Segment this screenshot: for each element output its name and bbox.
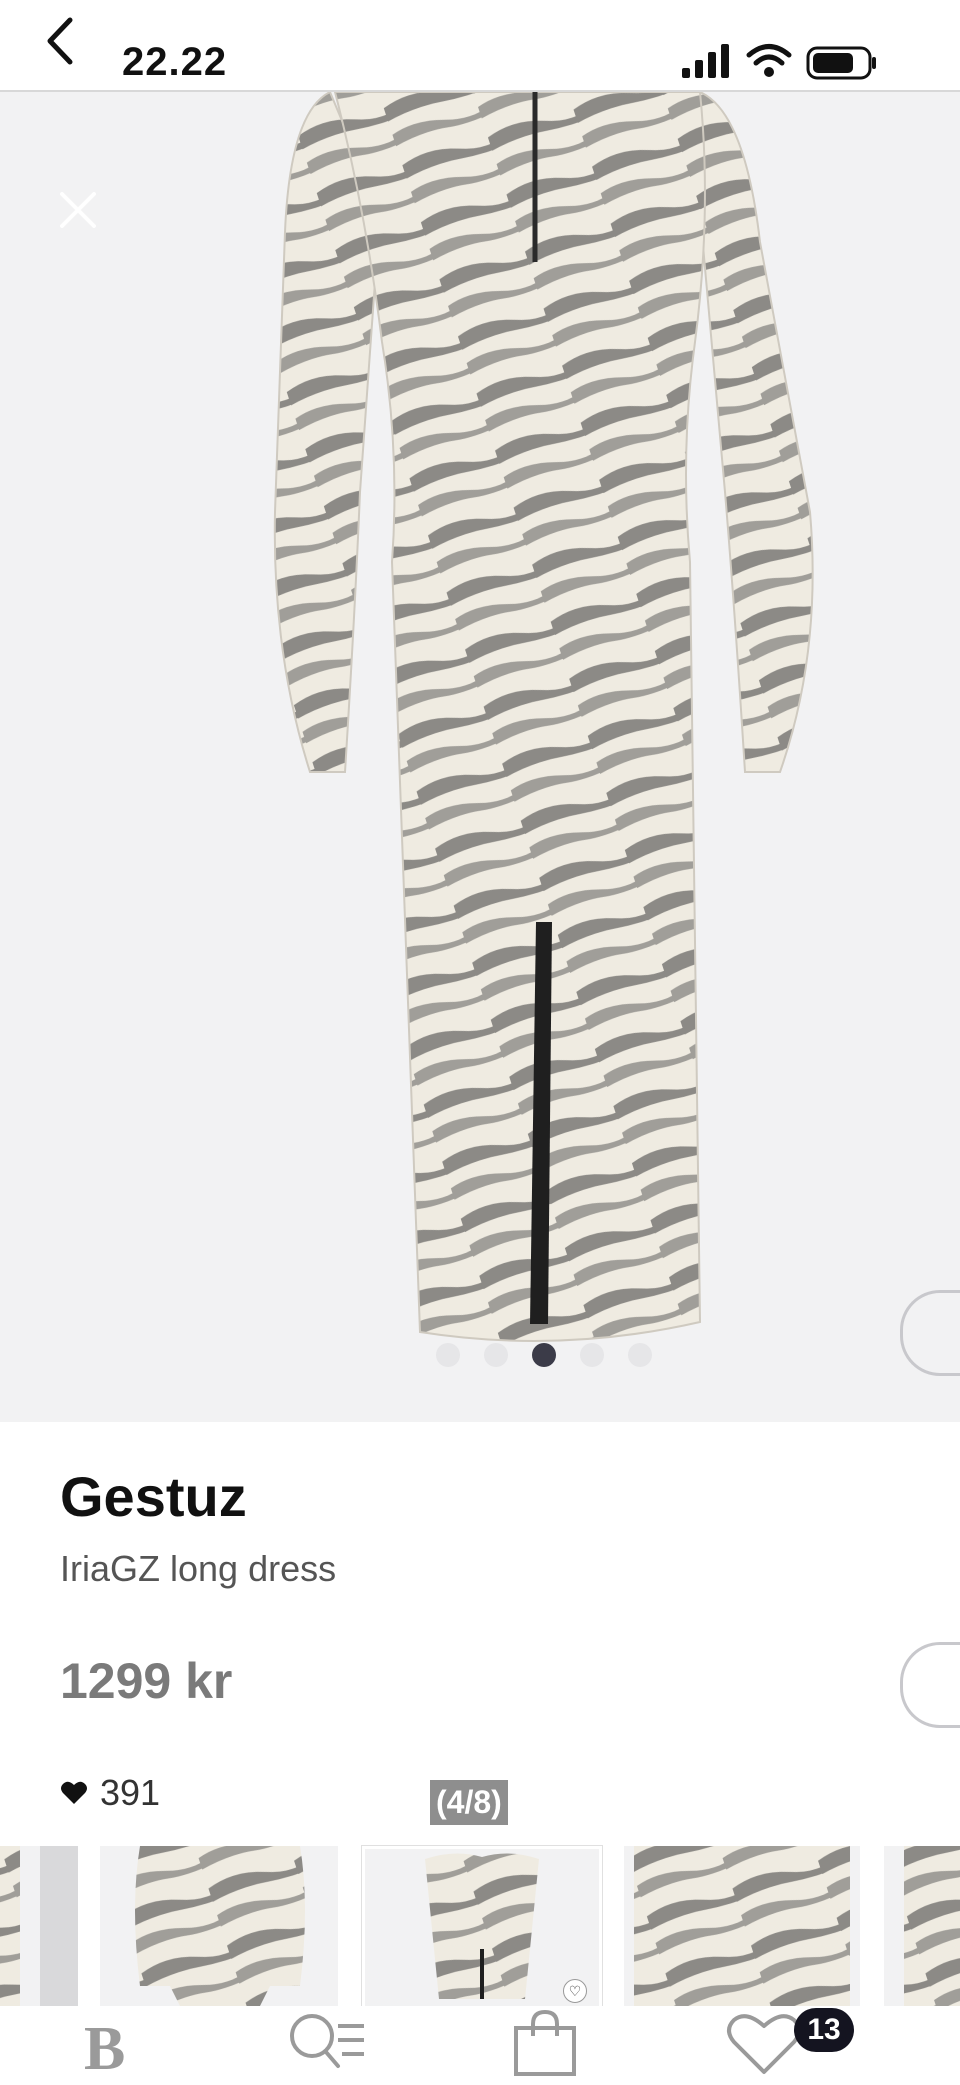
carousel-dot[interactable]	[628, 1343, 652, 1367]
favorites-badge: 13	[794, 2008, 854, 2052]
likes-value: 391	[100, 1772, 161, 1813]
signal-icon	[682, 44, 729, 78]
close-icon[interactable]	[56, 188, 100, 232]
wifi-icon	[746, 44, 792, 77]
search-filter-icon[interactable]	[286, 2010, 366, 2076]
thumbnail[interactable]	[100, 1846, 338, 2006]
heart-icon[interactable]	[724, 2010, 804, 2076]
product-brand[interactable]: Gestuz	[60, 1464, 247, 1529]
carousel-dot-active[interactable]	[532, 1343, 556, 1367]
carousel-dots	[436, 1343, 652, 1367]
carousel-dot[interactable]	[484, 1343, 508, 1367]
thumbnail[interactable]	[624, 1846, 860, 2006]
thumbnail[interactable]	[0, 1846, 78, 2006]
thumbnail-heart-icon[interactable]: ♡	[563, 1979, 587, 2003]
home-logo[interactable]: B	[84, 2014, 125, 2085]
heart-filled-icon	[61, 1781, 87, 1804]
thumbnail-active[interactable]: ♡	[362, 1846, 602, 2012]
bag-icon[interactable]	[506, 2010, 586, 2076]
dress-image	[273, 92, 814, 1342]
likes-count: 391	[60, 1772, 160, 1814]
product-image-gallery[interactable]	[0, 92, 960, 1422]
thumbnail[interactable]	[884, 1846, 960, 2006]
thumbnail-strip: ♡	[0, 1846, 960, 2012]
product-name: IriaGZ long dress	[60, 1548, 337, 1589]
back-chevron-icon[interactable]	[40, 14, 80, 68]
product-price: 1299 kr	[60, 1653, 233, 1709]
carousel-dot[interactable]	[580, 1343, 604, 1367]
status-time: 22.22	[122, 40, 228, 84]
image-counter: (4/8)	[430, 1780, 508, 1825]
battery-icon	[806, 46, 876, 80]
size-selector-edge[interactable]	[900, 1642, 960, 1728]
carousel-dot[interactable]	[436, 1343, 460, 1367]
